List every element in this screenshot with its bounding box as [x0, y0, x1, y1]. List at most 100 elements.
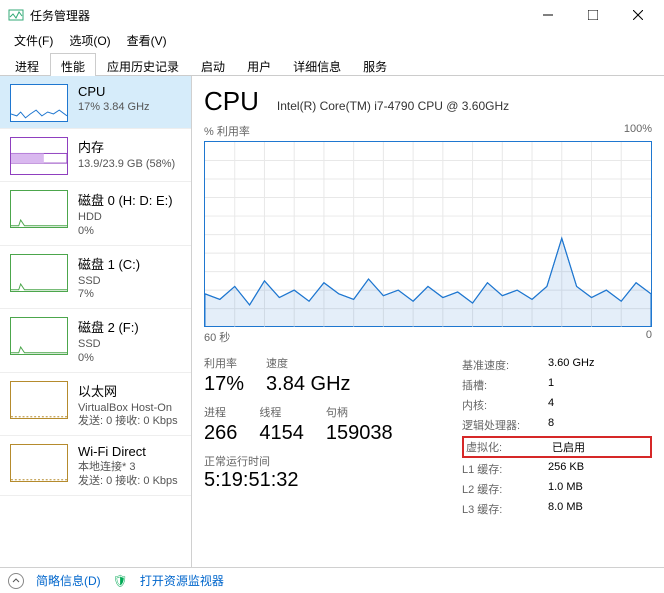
sidebar-item-title: 以太网 [78, 381, 178, 400]
sidebar-item-sub: SSD [78, 275, 140, 289]
spec-val: 8 [548, 417, 554, 433]
thumb-icon [10, 254, 68, 292]
spec-val: 1 [548, 377, 554, 393]
spec-key: 内核: [462, 397, 548, 413]
spec-row: 插槽:1 [462, 375, 652, 395]
close-button[interactable] [615, 1, 660, 29]
sidebar-item-sub: 13.9/23.9 GB (58%) [78, 158, 175, 172]
chart-xmin: 0 [646, 329, 652, 345]
sidebar: CPU 17% 3.84 GHz 内存 13.9/23.9 GB (58%) 磁盘 0 … [0, 76, 192, 567]
stat-label: 句柄 [326, 404, 393, 420]
chart-ylabel: % 利用率 [204, 123, 250, 139]
spec-row: L2 缓存:1.0 MB [462, 479, 652, 499]
page-title: CPU [204, 86, 259, 117]
menu-options[interactable]: 选项(O) [61, 30, 118, 52]
tab-5[interactable]: 详细信息 [282, 53, 352, 76]
sidebar-item-title: Wi-Fi Direct [78, 444, 178, 459]
menubar: 文件(F) 选项(O) 查看(V) [0, 30, 664, 52]
sidebar-item-sub: HDD [78, 211, 173, 225]
sidebar-item-title: CPU [78, 84, 150, 99]
sidebar-item-sub: SSD [78, 338, 139, 352]
tab-4[interactable]: 用户 [236, 53, 282, 76]
sidebar-item-sub2: 发送: 0 接收: 0 Kbps [78, 475, 178, 489]
stat: 进程266 [204, 404, 237, 445]
shield-icon: 🛡 [113, 574, 128, 588]
sidebar-item-title: 磁盘 1 (C:) [78, 254, 140, 273]
spec-key: L2 缓存: [462, 481, 548, 497]
uptime-label: 正常运行时间 [204, 453, 446, 469]
thumb-icon [10, 381, 68, 419]
thumb-icon [10, 190, 68, 228]
sidebar-item-0[interactable]: CPU 17% 3.84 GHz [0, 76, 191, 129]
stat-label: 线程 [259, 404, 304, 420]
sidebar-item-sub: 17% 3.84 GHz [78, 101, 150, 115]
tabbar: 进程性能应用历史记录启动用户详细信息服务 [0, 52, 664, 76]
stat: 速度 3.84 GHz [266, 355, 350, 396]
brief-info-link[interactable]: 简略信息(D) [36, 572, 101, 589]
tab-2[interactable]: 应用历史记录 [96, 53, 190, 76]
sidebar-item-sub: 本地连接* 3 [78, 461, 178, 475]
app-icon [8, 7, 24, 23]
stat: 线程 4154 [259, 404, 304, 445]
stat-value: 3.84 GHz [266, 373, 350, 396]
spec-key: 基准速度: [462, 357, 548, 373]
sidebar-item-3[interactable]: 磁盘 1 (C:)SSD7% [0, 246, 191, 310]
spec-row: 内核:4 [462, 395, 652, 415]
stat-label: 速度 [266, 355, 350, 371]
sidebar-item-sub2: 发送: 0 接收: 0 Kbps [78, 415, 178, 429]
cpu-name: Intel(R) Core(TM) i7-4790 CPU @ 3.60GHz [277, 99, 509, 113]
thumb-icon [10, 137, 68, 175]
spec-val: 8.0 MB [548, 501, 583, 517]
spec-row: 虚拟化:已启用 [462, 436, 652, 458]
sidebar-item-6[interactable]: Wi-Fi Direct 本地连接* 3发送: 0 接收: 0 Kbps [0, 436, 191, 496]
spec-row: 逻辑处理器:8 [462, 415, 652, 435]
spec-row: L3 缓存:8.0 MB [462, 499, 652, 519]
tab-1[interactable]: 性能 [50, 53, 96, 76]
chart-ymax: 100% [624, 123, 652, 139]
spec-row: 基准速度:3.60 GHz [462, 355, 652, 375]
maximize-button[interactable] [570, 1, 615, 29]
spec-val: 4 [548, 397, 554, 413]
uptime-value: 5:19:51:32 [204, 469, 446, 492]
thumb-icon [10, 84, 68, 122]
sidebar-item-title: 内存 [78, 137, 175, 156]
collapse-button[interactable] [8, 573, 24, 589]
window-title: 任务管理器 [30, 7, 525, 24]
tab-0[interactable]: 进程 [4, 53, 50, 76]
sidebar-item-sub: VirtualBox Host-On [78, 402, 178, 416]
menu-file[interactable]: 文件(F) [6, 30, 61, 52]
minimize-button[interactable] [525, 1, 570, 29]
cpu-chart [204, 141, 652, 327]
sidebar-item-title: 磁盘 2 (F:) [78, 317, 139, 336]
tab-3[interactable]: 启动 [190, 53, 236, 76]
spec-key: 逻辑处理器: [462, 417, 548, 433]
resource-monitor-link[interactable]: 打开资源监视器 [140, 572, 224, 589]
stat: 利用率 17% [204, 355, 244, 396]
menu-view[interactable]: 查看(V) [119, 30, 175, 52]
spec-val: 256 KB [548, 461, 584, 477]
sidebar-item-5[interactable]: 以太网 VirtualBox Host-On发送: 0 接收: 0 Kbps [0, 373, 191, 437]
sidebar-item-1[interactable]: 内存 13.9/23.9 GB (58%) [0, 129, 191, 182]
stat-value: 266 [204, 422, 237, 445]
sidebar-item-title: 磁盘 0 (H: D: E:) [78, 190, 173, 209]
stat-value: 4154 [259, 422, 304, 445]
chart-xlabel: 60 秒 [204, 329, 230, 345]
spec-key: L1 缓存: [462, 461, 548, 477]
stat-label: 利用率 [204, 355, 244, 371]
thumb-icon [10, 444, 68, 482]
spec-key: 插槽: [462, 377, 548, 393]
spec-val: 1.0 MB [548, 481, 583, 497]
sidebar-item-sub2: 0% [78, 225, 173, 239]
thumb-icon [10, 317, 68, 355]
spec-key: L3 缓存: [462, 501, 548, 517]
stat-value: 159038 [326, 422, 393, 445]
sidebar-item-2[interactable]: 磁盘 0 (H: D: E:) HDD0% [0, 182, 191, 246]
spec-key: 虚拟化: [466, 439, 552, 455]
sidebar-item-sub2: 0% [78, 352, 139, 366]
tab-6[interactable]: 服务 [352, 53, 398, 76]
spec-val: 3.60 GHz [548, 357, 594, 373]
sidebar-item-4[interactable]: 磁盘 2 (F:) SSD0% [0, 309, 191, 373]
spec-row: L1 缓存:256 KB [462, 459, 652, 479]
spec-val: 已启用 [552, 439, 585, 455]
stat-value: 17% [204, 373, 244, 396]
